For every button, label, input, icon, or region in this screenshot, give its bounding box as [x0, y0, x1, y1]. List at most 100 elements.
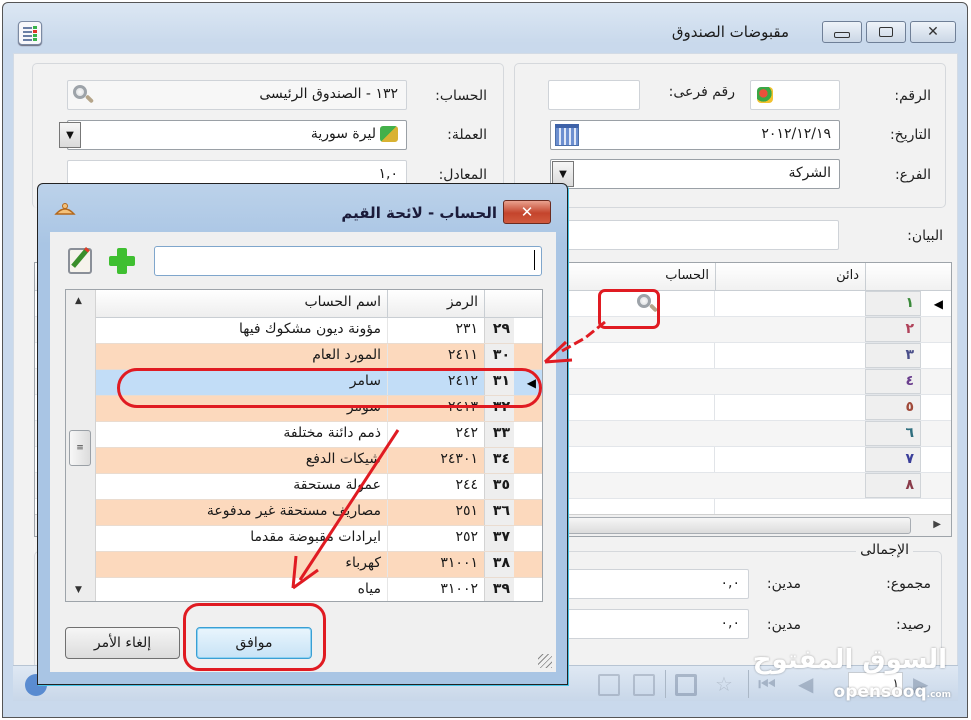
account-list-row[interactable]: ٣٠ ٢٤١١ المورد العام [96, 344, 542, 370]
minimize-button[interactable] [822, 21, 862, 43]
maximize-button[interactable] [866, 21, 906, 43]
row-number: ٣٣ [484, 422, 514, 447]
close-icon: ✕ [520, 203, 534, 221]
number-field[interactable] [750, 80, 840, 110]
save-icon[interactable] [675, 674, 697, 696]
account-code: ٢٤١٢ [387, 370, 484, 395]
watermark-logo: السوق المفتوح [752, 645, 948, 675]
account-label: الحساب: [435, 88, 487, 104]
ok-button[interactable]: موافق [196, 627, 312, 659]
row-number: ٢ [865, 317, 921, 342]
search-icon[interactable] [72, 84, 95, 106]
chevron-down-icon: ▼ [66, 129, 74, 141]
dialog-app-icon [54, 202, 76, 218]
account-list-row[interactable]: ◀ ٣١ ٢٤١٢ سامر [96, 370, 542, 396]
col-header-code[interactable]: الرمز [387, 290, 484, 318]
row-number: ٣٠ [484, 344, 514, 369]
account-name: مياه [357, 581, 381, 597]
row-number: ٣٩ [484, 578, 514, 601]
row-number: ٣٥ [484, 474, 514, 499]
currency-select[interactable]: ليرة سورية [67, 120, 407, 150]
date-label: التاريخ: [889, 127, 931, 143]
row-number: ٣٦ [484, 500, 514, 525]
currency-dropdown-button[interactable]: ▼ [59, 122, 81, 148]
account-list-row[interactable]: ٣٦ ٢٥١ مصاريف مستحقة غير مدفوعة [96, 500, 542, 526]
favorite-star-icon[interactable]: ☆ [713, 674, 735, 696]
dialog-search-input[interactable] [154, 246, 542, 276]
account-list-row[interactable]: ٣٣ ٢٤٢ ذمم دائنة مختلفة [96, 422, 542, 448]
scroll-up-arrow-icon[interactable]: ▲ [75, 296, 82, 306]
account-code: ٢٤١٣ [387, 396, 484, 421]
dialog-grid-header: الرمز اسم الحساب [96, 290, 542, 318]
col-header-account[interactable]: الحساب [563, 263, 715, 291]
account-name: سامر [349, 373, 381, 389]
account-code: ٢٤٣٠١ [387, 448, 484, 473]
close-button[interactable]: ✕ [910, 21, 956, 43]
scroll-down-arrow-icon[interactable]: ▼ [75, 585, 82, 595]
col-header-credit[interactable]: دائن [715, 263, 865, 291]
account-field[interactable]: ١٣٢ - الصندوق الرئيسى [67, 80, 407, 110]
account-name: مصاريف مستحقة غير مدفوعة [206, 503, 381, 519]
account-name: ذمم دائنة مختلفة [283, 425, 381, 441]
dialog-client-area: ▲ ≡ ▼ الرمز اسم الحساب ٢٩ ٢٣١ مؤونة ديون م… [50, 232, 556, 672]
rate-label: المعادل: [438, 167, 487, 183]
col-header-name[interactable]: اسم الحساب [96, 290, 387, 318]
sum-label: مجموع: [886, 576, 931, 592]
account-list-row[interactable]: ٣٤ ٢٤٣٠١ شيكات الدفع [96, 448, 542, 474]
account-code: ٢٥١ [387, 500, 484, 525]
number-label: الرقم: [894, 88, 931, 104]
copy-icon[interactable] [633, 674, 655, 696]
edit-icon[interactable] [68, 248, 92, 274]
account-code: ٢٣١ [387, 318, 484, 343]
account-list-row[interactable]: ٣٨ ٣١٠٠١ كهرباء [96, 552, 542, 578]
watermark-latin: opensooq.com [833, 682, 951, 702]
current-row-arrow-icon: ◀ [526, 376, 536, 390]
window-title: مقبوضات الصندوق [671, 23, 789, 41]
account-code: ٢٥٢ [387, 526, 484, 551]
row-number: ٣٨ [484, 552, 514, 577]
row-number: ١ [865, 291, 921, 316]
account-name: شيكات الدفع [305, 451, 381, 467]
first-record-icon[interactable]: ⏮ [758, 674, 780, 696]
add-icon[interactable] [109, 248, 135, 274]
account-list-row[interactable]: ٣٩ ٣١٠٠٢ مياه [96, 578, 542, 601]
statement-field[interactable] [549, 220, 839, 250]
scroll-right-arrow-icon[interactable]: ▶ [933, 519, 941, 530]
account-list-row[interactable]: ٢٩ ٢٣١ مؤونة ديون مشكوك فيها [96, 318, 542, 344]
row-number: ٤ [865, 369, 921, 394]
dialog-close-button[interactable]: ✕ [503, 200, 551, 224]
account-list-grid[interactable]: ▲ ≡ ▼ الرمز اسم الحساب ٢٩ ٢٣١ مؤونة ديون م… [65, 289, 543, 602]
cancel-button[interactable]: إلغاء الأمر [65, 627, 180, 659]
balance-label: رصيد: [896, 617, 931, 633]
title-bar: مقبوضات الصندوق ✕ [3, 3, 967, 55]
account-code: ٣١٠٠٢ [387, 578, 484, 601]
account-list-row[interactable]: ٣٢ ٢٤١٣ سومر [96, 396, 542, 422]
current-row-arrow-icon: ◀ [933, 297, 943, 311]
account-lookup-search-icon[interactable] [636, 293, 659, 315]
paste-icon[interactable] [598, 674, 620, 696]
account-code: ٢٤٤ [387, 474, 484, 499]
row-number: ٥ [865, 395, 921, 420]
branch-select[interactable]: الشركة [550, 159, 840, 189]
scrollbar-thumb[interactable]: ≡ [69, 430, 91, 466]
header-right-group: الرقم: رقم فرعى: التاريخ: ٢٠١٢/١٢/١٩ الف… [514, 63, 946, 208]
account-code: ٢٤٢ [387, 422, 484, 447]
maximize-icon [879, 27, 893, 37]
dialog-vertical-scrollbar[interactable]: ▲ ≡ ▼ [66, 290, 96, 601]
account-list-row[interactable]: ٣٥ ٢٤٤ عمولة مستحقة [96, 474, 542, 500]
number-generator-icon[interactable] [757, 87, 773, 103]
totals-legend: الإجمالى [856, 542, 913, 558]
previous-record-icon[interactable]: ◀ [798, 674, 820, 696]
currency-money-icon [380, 126, 398, 142]
calendar-icon[interactable] [555, 124, 579, 146]
row-number: ٢٩ [484, 318, 514, 343]
account-code: ٢٤١١ [387, 344, 484, 369]
account-list-row[interactable]: ٣٧ ٢٥٢ ايرادات مقبوضة مقدما [96, 526, 542, 552]
app-list-icon[interactable] [18, 21, 42, 45]
sub-number-field[interactable] [548, 80, 640, 110]
date-field[interactable]: ٢٠١٢/١٢/١٩ [550, 120, 840, 150]
resize-grip[interactable] [538, 654, 552, 668]
row-number: ٨ [865, 473, 921, 498]
row-number: ٧ [865, 447, 921, 472]
row-number: ٣٢ [484, 396, 514, 421]
